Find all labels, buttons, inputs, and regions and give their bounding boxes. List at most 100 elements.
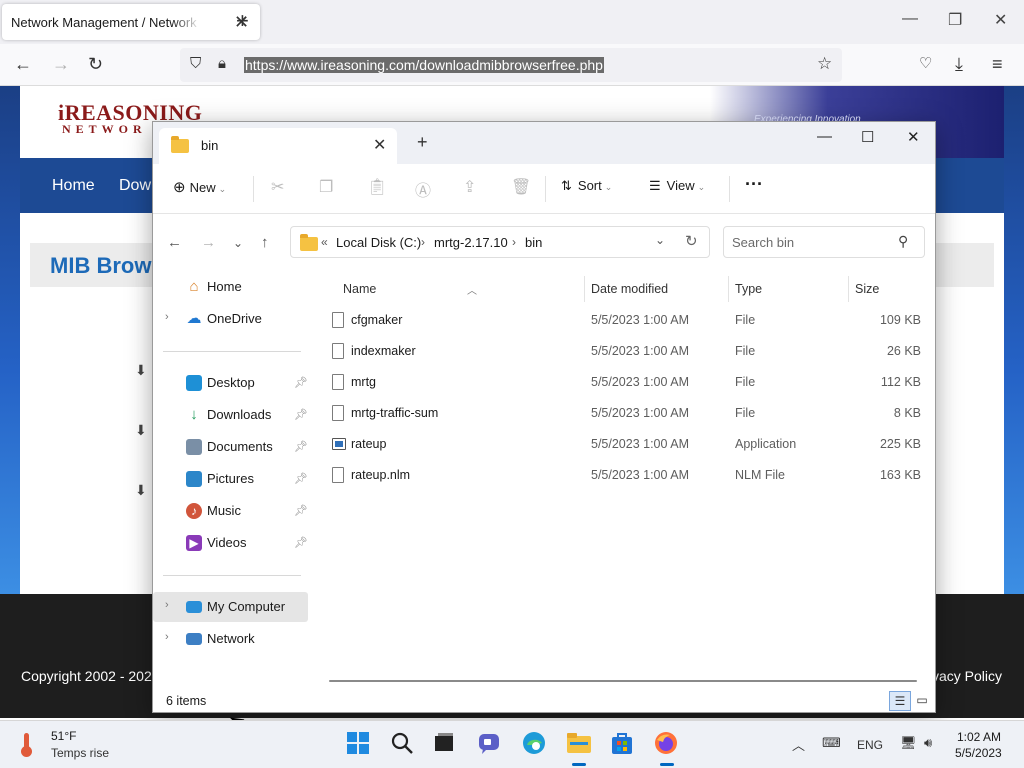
clock-time[interactable]: 1:02 AM xyxy=(957,730,1001,744)
chevron-right-icon[interactable]: › xyxy=(165,599,169,611)
download-link-icon[interactable]: ⬇ xyxy=(135,482,147,499)
new-button[interactable]: ⊕ New ⌄ xyxy=(173,178,226,196)
view-button[interactable]: ☰ View ⌄ xyxy=(649,178,705,194)
explorer-tab[interactable]: bin ✕ xyxy=(159,128,397,164)
tiles-view-icon[interactable]: ▭ xyxy=(911,691,933,711)
delete-icon[interactable]: 🗑︎ xyxy=(511,177,531,197)
thermometer-icon[interactable] xyxy=(20,733,34,757)
address-dropdown-chevron-icon[interactable]: ⌄ xyxy=(655,233,665,247)
breadcrumb-mrtg[interactable]: mrtg-2.17.10 xyxy=(434,235,508,250)
more-options-icon[interactable]: ··· xyxy=(745,174,763,195)
breadcrumb-bin[interactable]: bin xyxy=(525,235,542,250)
browser-close-icon[interactable]: ✕ xyxy=(994,10,1007,30)
explorer-new-tab-icon[interactable]: + xyxy=(417,132,428,153)
file-row-cfgmaker[interactable]: cfgmaker 5/5/2023 1:00 AM File 109 KB xyxy=(327,305,927,336)
rename-icon[interactable]: Ⓐ xyxy=(415,177,431,201)
sidebar-item-my-computer[interactable]: › My Computer xyxy=(153,592,308,622)
explorer-tab-close-icon[interactable]: ✕ xyxy=(373,135,386,155)
file-explorer-icon[interactable] xyxy=(566,731,592,766)
sidebar-item-documents[interactable]: Documents 📌︎ xyxy=(153,432,308,462)
firefox-icon[interactable] xyxy=(654,731,680,766)
url-bar[interactable]: ⛉ 🔒︎ https://www.ireasoning.com/download… xyxy=(180,48,842,82)
pin-icon[interactable]: 📌︎ xyxy=(294,440,308,453)
lock-icon[interactable]: 🔒︎ xyxy=(218,55,226,72)
file-row-indexmaker[interactable]: indexmaker 5/5/2023 1:00 AM File 26 KB xyxy=(327,336,927,367)
pocket-icon[interactable]: ♡ xyxy=(919,54,932,72)
site-nav-home[interactable]: Home xyxy=(52,177,95,195)
column-header-size[interactable]: Size xyxy=(849,276,929,302)
explorer-close-icon[interactable]: ✕ xyxy=(907,128,920,146)
sidebar-item-pictures[interactable]: Pictures 📌︎ xyxy=(153,464,308,494)
file-row-mrtg[interactable]: mrtg 5/5/2023 1:00 AM File 112 KB xyxy=(327,367,927,398)
download-link-icon[interactable]: ⬇ xyxy=(135,422,147,439)
browser-restore-icon[interactable]: ❐ xyxy=(948,10,962,30)
sidebar-item-onedrive[interactable]: › ☁ OneDrive xyxy=(153,304,308,334)
sidebar-item-music[interactable]: ♪ Music 📌︎ xyxy=(153,496,308,526)
sidebar-item-desktop[interactable]: Desktop 📌︎ xyxy=(153,368,308,398)
chevron-right-icon[interactable]: › xyxy=(165,631,169,643)
browser-minimize-icon[interactable]: — xyxy=(902,10,918,28)
pin-icon[interactable]: 📌︎ xyxy=(294,376,308,389)
weather-temperature[interactable]: 51°F xyxy=(51,729,76,743)
download-link-icon[interactable]: ⬇ xyxy=(135,362,147,379)
pin-icon[interactable]: 📌︎ xyxy=(294,472,308,485)
pin-icon[interactable]: 📌︎ xyxy=(294,504,308,517)
back-arrow-icon[interactable]: ← xyxy=(14,54,32,75)
language-indicator[interactable]: ENG xyxy=(857,738,883,752)
explorer-minimize-icon[interactable]: — xyxy=(817,128,832,145)
bookmark-star-icon[interactable]: ☆ xyxy=(817,54,832,74)
sort-button[interactable]: ⇅ Sort ⌄ xyxy=(561,178,612,194)
edge-browser-icon[interactable] xyxy=(522,731,548,757)
breadcrumb-overflow[interactable]: « xyxy=(321,235,328,249)
chevron-up-icon[interactable]: ︿ xyxy=(792,735,805,754)
url-text[interactable]: https://www.ireasoning.com/downloadmibbr… xyxy=(244,57,604,73)
menu-icon[interactable]: ≡ xyxy=(992,54,1003,75)
clock-date[interactable]: 5/5/2023 xyxy=(955,746,1002,760)
back-arrow-icon[interactable]: ← xyxy=(167,234,182,251)
up-arrow-icon[interactable]: ↑ xyxy=(261,234,269,251)
file-row-mrtg-traffic-sum[interactable]: mrtg-traffic-sum 5/5/2023 1:00 AM File 8… xyxy=(327,398,927,429)
search-icon[interactable] xyxy=(390,731,416,757)
start-icon[interactable] xyxy=(346,731,372,757)
forward-arrow-icon[interactable]: → xyxy=(201,234,216,251)
volume-icon[interactable]: 🔊︎ xyxy=(924,735,932,751)
cut-icon[interactable]: ✂ xyxy=(271,177,284,197)
refresh-icon[interactable]: ↻ xyxy=(685,232,698,250)
column-header-name[interactable]: Name ︿ xyxy=(327,276,583,302)
downloads-icon[interactable]: ⤓ xyxy=(955,54,963,75)
paste-icon[interactable]: 📋︎ xyxy=(367,177,387,197)
sidebar-item-network[interactable]: › Network xyxy=(153,624,308,654)
new-tab-icon[interactable]: + xyxy=(236,8,249,34)
pin-icon[interactable]: 📌︎ xyxy=(294,536,308,549)
sidebar-item-home[interactable]: ⌂ Home xyxy=(153,272,308,302)
copy-icon[interactable]: ❐ xyxy=(319,177,333,197)
details-view-icon[interactable]: ☰ xyxy=(889,691,911,711)
search-input[interactable]: Search bin ⚲ xyxy=(723,226,925,258)
network-status-icon[interactable]: 🖥︎ xyxy=(900,735,917,751)
weather-description[interactable]: Temps rise xyxy=(51,746,109,760)
sidebar-item-videos[interactable]: ▶ Videos 📌︎ xyxy=(153,528,308,558)
address-bar[interactable]: « Local Disk (C:) › mrtg-2.17.10 › bin ⌄… xyxy=(290,226,710,258)
sidebar-item-downloads[interactable]: ↓ Downloads 📌︎ xyxy=(153,400,308,430)
column-header-type[interactable]: Type xyxy=(729,276,849,302)
chevron-right-icon[interactable]: › xyxy=(165,311,169,323)
share-icon[interactable]: ⇪ xyxy=(463,177,476,197)
horizontal-scrollbar[interactable] xyxy=(329,680,917,682)
browser-tab[interactable]: Network Management / Network Management … xyxy=(2,4,260,40)
file-row-rateup[interactable]: rateup 5/5/2023 1:00 AM Application 225 … xyxy=(327,429,927,460)
file-row-rateup-nlm[interactable]: rateup.nlm 5/5/2023 1:00 AM NLM File 163… xyxy=(327,460,927,491)
chat-icon[interactable] xyxy=(477,731,503,757)
microsoft-store-icon[interactable] xyxy=(610,731,636,757)
footer-privacy-link[interactable]: vacy Policy xyxy=(932,668,1002,684)
pin-icon[interactable]: 📌︎ xyxy=(294,408,308,421)
recent-locations-chevron-icon[interactable]: ⌄ xyxy=(233,236,243,250)
breadcrumb-local-disk[interactable]: Local Disk (C:) xyxy=(336,235,421,250)
forward-arrow-icon[interactable]: → xyxy=(52,54,70,75)
explorer-maximize-icon[interactable]: ☐ xyxy=(861,128,874,146)
reload-icon[interactable]: ↻ xyxy=(88,54,103,75)
column-header-date-modified[interactable]: Date modified xyxy=(585,276,729,302)
search-icon[interactable]: ⚲ xyxy=(898,233,908,250)
task-view-icon[interactable] xyxy=(432,731,458,757)
shield-icon[interactable]: ⛉ xyxy=(190,55,201,72)
site-nav-download[interactable]: Dow xyxy=(119,177,151,195)
